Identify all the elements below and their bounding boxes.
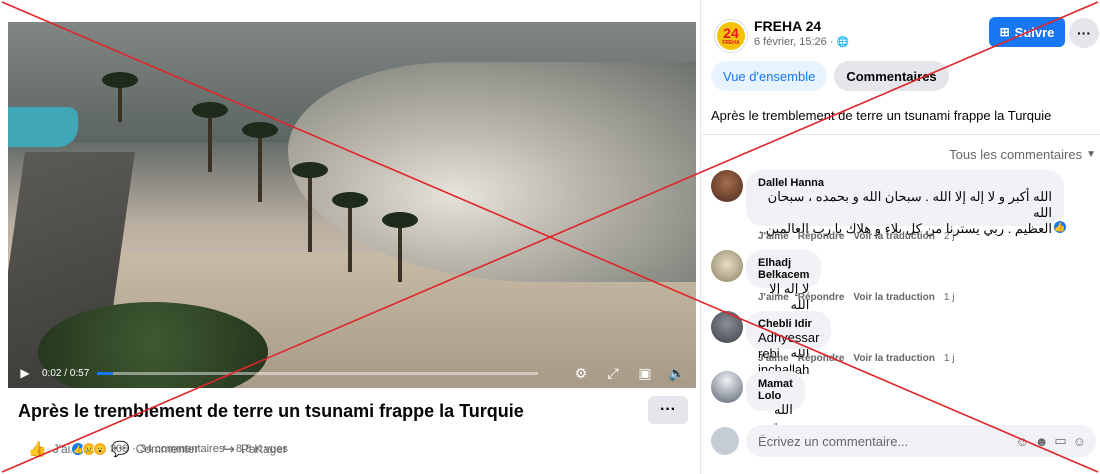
stats-separator: · [228, 443, 233, 455]
comment-actions: J'aime Répondre Voir la traduction 2 j [758, 231, 963, 242]
palm-tree [332, 192, 368, 272]
comment-age[interactable]: 1 j [944, 292, 955, 303]
comment-bubble: Chebli Idir Adhyessar rebi inchallah [746, 311, 832, 377]
post-more-button[interactable]: ··· [648, 396, 688, 424]
comment-input[interactable]: Écrivez un commentaire... ☺ ☻ ▭ ☺ [746, 425, 1096, 457]
comment-actions: J'aime Répondre Voir la traduction 1 j [758, 292, 963, 303]
stats-separator: · [132, 443, 136, 455]
gif-icon[interactable]: ▭ [1054, 433, 1066, 449]
comment-author[interactable]: Elhadj Belkacem [758, 257, 809, 281]
comment-input-placeholder: Écrivez un commentaire... [758, 433, 909, 449]
comment-bubble: Elhadj Belkacem لا إله إلا الله محمد رسو… [746, 250, 822, 360]
page-name[interactable]: FREHA 24 [754, 18, 821, 34]
comment-actions: J'aime Répondre Voir la traduction 1 j [758, 353, 963, 364]
palm-tree [102, 72, 138, 122]
video-panel: ▶ 0:02 / 0:57 ⚙ ⤢ ▣ 🔈 Après le trembleme… [0, 0, 700, 474]
fullscreen-icon[interactable]: ⤢ [604, 364, 622, 382]
post-stats: 👍 😢 😮 300 · 34 commentaires · 8,8 K vues [70, 442, 288, 456]
video-pool [8, 107, 78, 147]
comment-reply-link[interactable]: Répondre [798, 353, 845, 364]
comment-like-link[interactable]: J'aime [758, 292, 789, 303]
palm-tree [242, 122, 278, 202]
pip-icon[interactable]: ▣ [636, 364, 654, 382]
comment-age[interactable]: 2 j [944, 231, 955, 242]
palm-tree [192, 102, 228, 172]
sidebar-tabs: Vue d'ensemble Commentaires [711, 61, 956, 91]
follow-icon: ⊞ [999, 25, 1010, 39]
comment-author[interactable]: Dallel Hanna [758, 177, 1052, 189]
tab-overview[interactable]: Vue d'ensemble [711, 61, 828, 91]
comment-reply-link[interactable]: Répondre [798, 231, 845, 242]
follow-button[interactable]: ⊞ Suivre [989, 17, 1065, 47]
palm-tree [292, 162, 328, 252]
like-icon: 👍 [28, 441, 47, 458]
video-player[interactable] [8, 22, 696, 388]
comment-author[interactable]: Chebli Idir [758, 318, 819, 330]
comment-count[interactable]: 34 commentaires [140, 443, 224, 455]
comment-translate-link[interactable]: Voir la traduction [853, 353, 935, 364]
post-caption: Après le tremblement de terre un tsunami… [711, 108, 1052, 123]
palm-tree [382, 212, 418, 282]
comments-sidebar: 24 FREHA FREHA 24 6 février, 15:26 · 🌐 ⊞… [700, 0, 1100, 474]
page-more-button[interactable]: ··· [1069, 18, 1099, 48]
comment-like-badge[interactable]: 👍 [1052, 219, 1068, 235]
reaction-icons[interactable]: 👍 😢 😮 [70, 442, 107, 456]
view-count: 8,8 K vues [236, 443, 288, 455]
sort-label: Tous les commentaires [949, 147, 1083, 162]
mute-icon[interactable]: 🔈 [668, 364, 686, 382]
video-progress[interactable] [97, 371, 538, 375]
post-timestamp: 6 février, 15:26 · 🌐 [754, 36, 849, 48]
video-controls: ▶ 0:02 / 0:57 ⚙ ⤢ ▣ 🔈 [8, 358, 696, 388]
settings-icon[interactable]: ⚙ [572, 364, 590, 382]
comment-sort-dropdown[interactable]: Tous les commentaires ▼ [949, 147, 1096, 162]
caret-down-icon: ▼ [1086, 149, 1096, 160]
avatar[interactable] [711, 311, 743, 343]
post-title: Après le tremblement de terre un tsunami… [18, 401, 524, 421]
comment-author[interactable]: Mamat Lolo [758, 378, 793, 402]
comment-like-link[interactable]: J'aime [758, 353, 789, 364]
divider [701, 134, 1100, 135]
avatar[interactable] [711, 170, 743, 202]
comment-translate-link[interactable]: Voir la traduction [853, 292, 935, 303]
avatar[interactable] [711, 250, 743, 282]
comment-bubble: Dallel Hanna الله أكبر و لا إله إلا الله… [746, 170, 1064, 236]
comment-text: الله أكبر و لا إله إلا الله . سبحان الله… [767, 189, 1052, 220]
page-avatar[interactable]: 24 FREHA [715, 20, 747, 52]
logo-number: 24 [723, 24, 739, 41]
globe-icon: 🌐 [836, 36, 849, 48]
comment-reply-link[interactable]: Répondre [798, 292, 845, 303]
comment-age[interactable]: 1 j [944, 353, 955, 364]
post-time-text[interactable]: 6 février, 15:26 · [754, 36, 834, 48]
follow-label: Suivre [1014, 24, 1055, 40]
emoji-icon[interactable]: ☻ [1035, 434, 1049, 449]
smile-icon[interactable]: ☺ [1073, 434, 1086, 449]
reaction-count[interactable]: 300 [110, 443, 128, 455]
current-user-avatar[interactable] [711, 427, 739, 455]
comment-translate-link[interactable]: Voir la traduction [853, 231, 935, 242]
play-icon[interactable]: ▶ [18, 366, 32, 380]
video-progress-fill [97, 371, 113, 375]
comment-bubble: Mamat Lolo الله يستر [746, 371, 805, 433]
wow-reaction-icon: 😮 [92, 442, 107, 456]
sticker-icon[interactable]: ☺ [1015, 434, 1028, 449]
avatar[interactable] [711, 371, 743, 403]
video-time: 0:02 / 0:57 [42, 367, 90, 379]
tab-comments[interactable]: Commentaires [834, 61, 949, 91]
logo-text: FREHA [722, 39, 740, 46]
comment-like-link[interactable]: J'aime [758, 231, 789, 242]
